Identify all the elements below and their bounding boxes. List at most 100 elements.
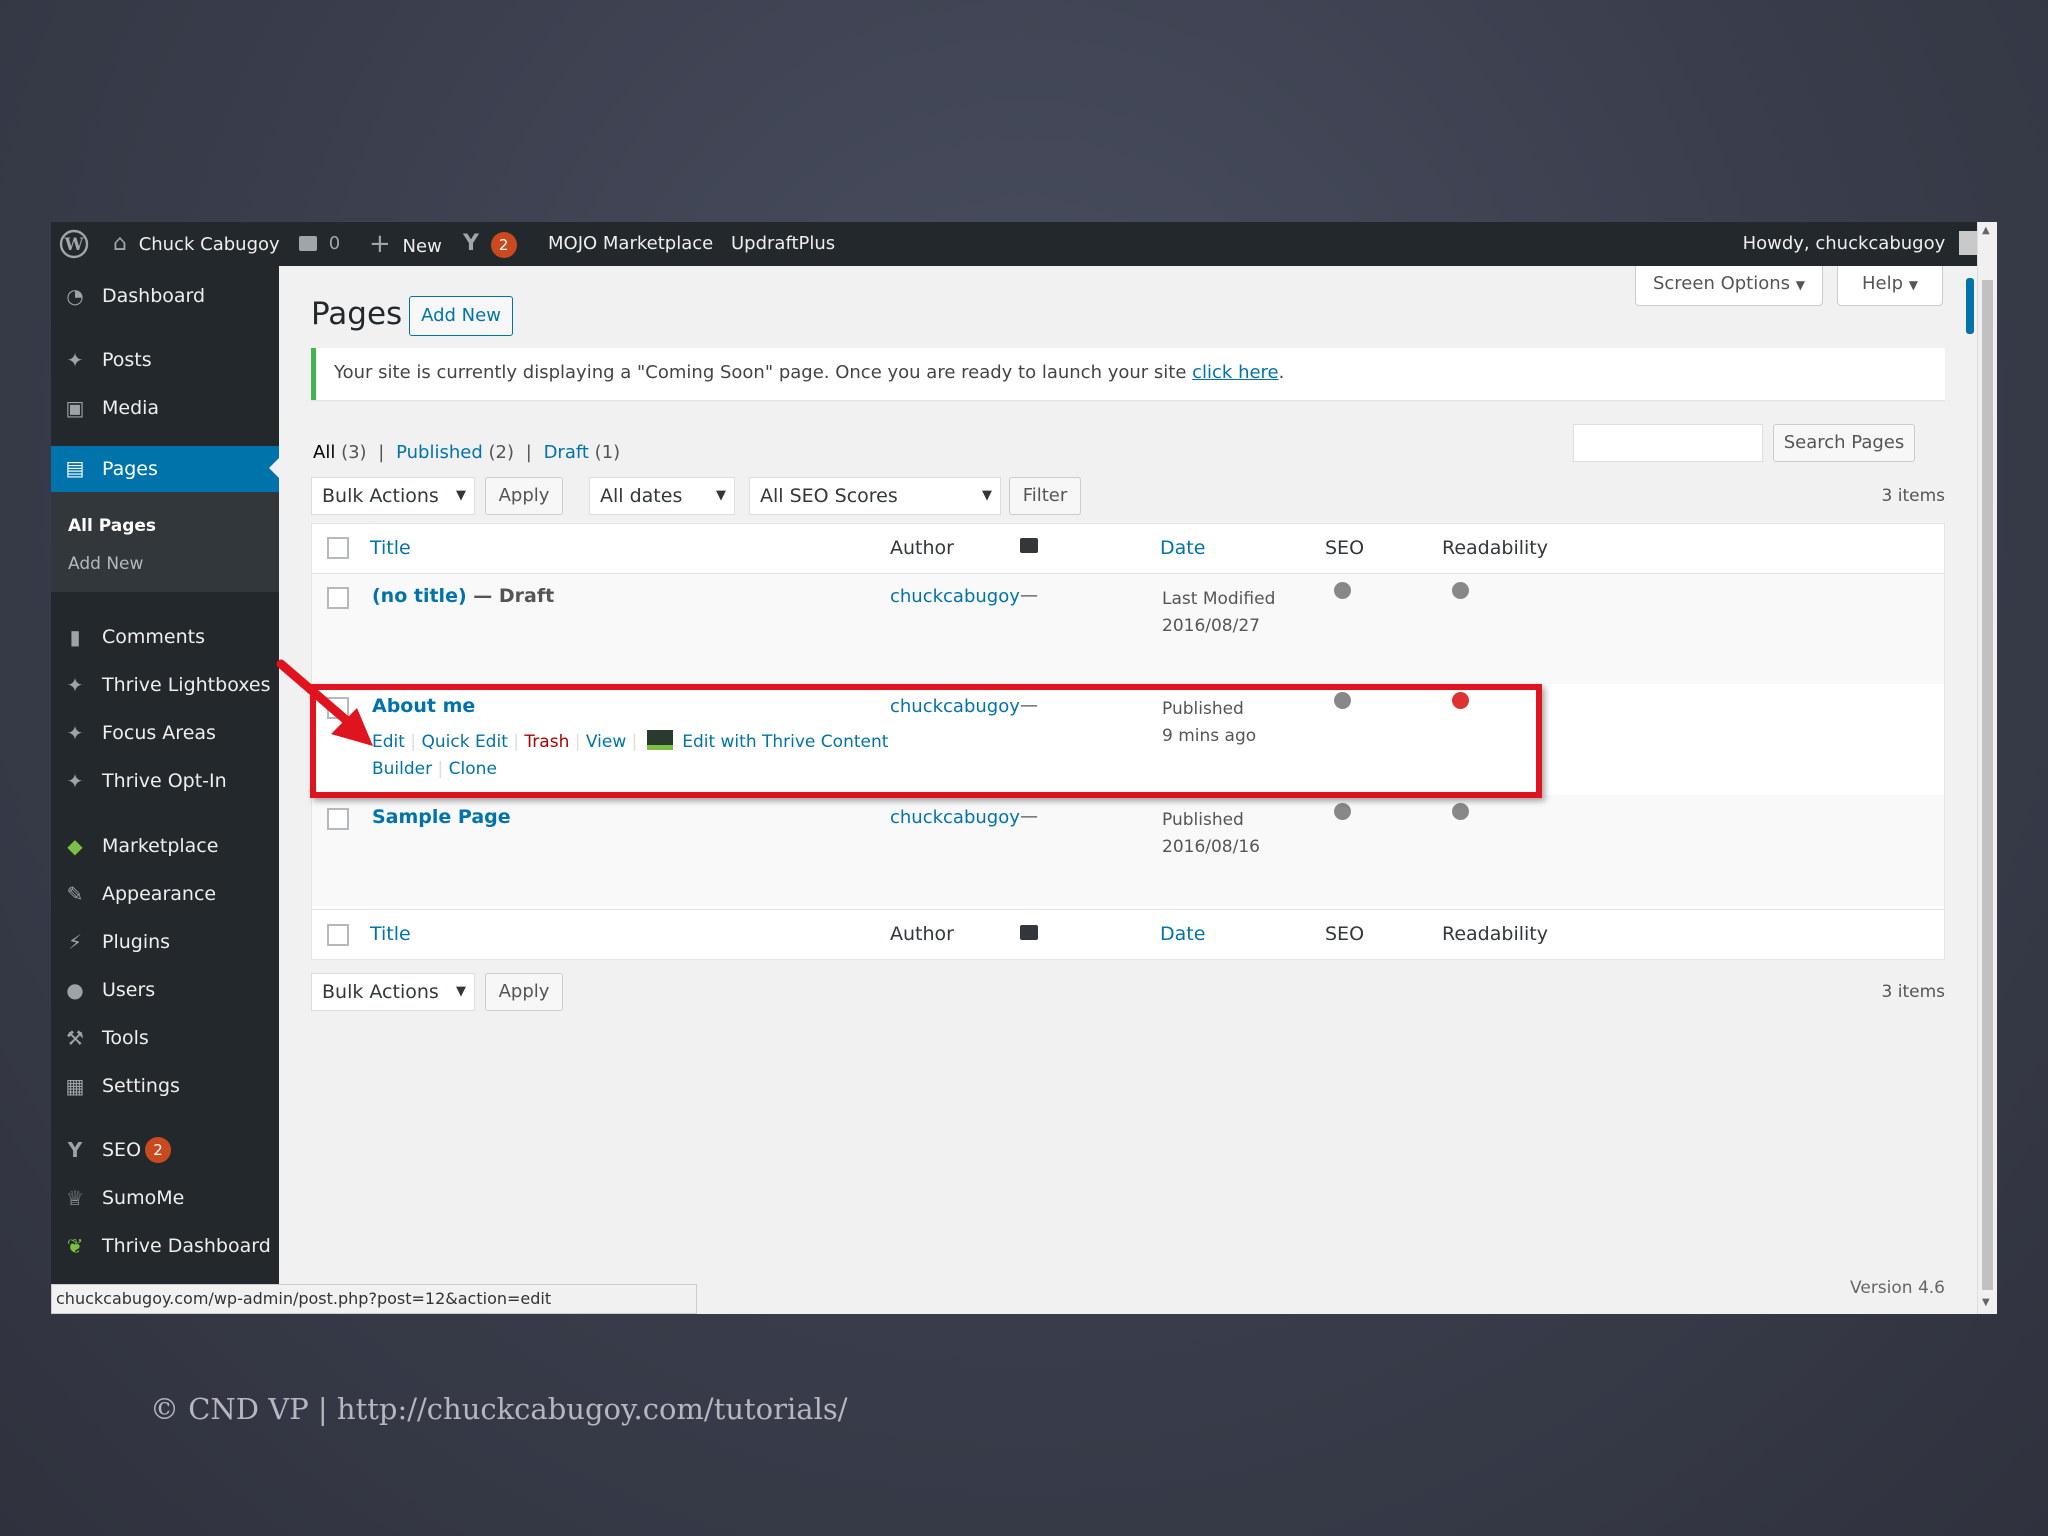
frog-icon: ◆ <box>67 834 83 858</box>
brush-icon: ✎ <box>66 882 84 906</box>
select-all-checkbox-bottom[interactable] <box>327 924 349 946</box>
sidebar-item-marketplace[interactable]: ◆ Marketplace <box>51 824 279 868</box>
sidebar-item-thrive-opt-in[interactable]: ✦ Thrive Opt-In <box>51 759 279 803</box>
seo-score-filter-select[interactable]: All SEO Scores ▼ <box>749 477 1001 515</box>
page-title-link[interactable]: (no title) <box>372 585 467 607</box>
scroll-down-icon[interactable]: ▼ <box>1982 1297 1990 1308</box>
plug-icon: ⚡ <box>67 930 83 954</box>
table-row: (no title) — Draft chuckcabugoy — Last M… <box>312 574 1944 684</box>
caret-down-icon: ▼ <box>716 488 726 503</box>
slide-footer: © CND VP | http://chuckcabugoy.com/tutor… <box>150 1392 848 1426</box>
screen-options-button[interactable]: Screen Options ▼ <box>1635 266 1823 306</box>
comments-link[interactable]: 0 <box>299 222 340 266</box>
site-name-link[interactable]: ⌂ Chuck Cabugoy <box>113 222 280 266</box>
readability-score-dot <box>1452 582 1469 599</box>
svg-text:W: W <box>63 235 84 255</box>
blue-scroll-marker <box>1966 278 1974 334</box>
sidebar-item-appearance[interactable]: ✎ Appearance <box>51 872 279 916</box>
sidebar-item-media[interactable]: ▣ Media <box>51 386 279 430</box>
filter-all[interactable]: All <box>313 442 335 463</box>
column-date-footer[interactable]: Date <box>1160 923 1205 945</box>
sidebar-item-pages[interactable]: ▤ Pages <box>51 446 279 492</box>
sidebar-item-sumome[interactable]: ♕ SumoMe <box>51 1176 279 1220</box>
sidebar-item-focus-areas[interactable]: ✦ Focus Areas <box>51 711 279 755</box>
sidebar-item-plugins[interactable]: ⚡ Plugins <box>51 920 279 964</box>
sidebar-item-thrive-lightboxes[interactable]: ✦ Thrive Lightboxes <box>51 663 279 707</box>
pin-icon: ✦ <box>66 721 84 745</box>
pages-submenu: All Pages Add New <box>51 492 279 592</box>
date-cell: Last Modified 2016/08/27 <box>1162 589 1276 636</box>
sidebar-item-comments[interactable]: ▮ Comments <box>51 615 279 659</box>
scrollbar[interactable]: ▲ ▼ <box>1977 222 1997 1314</box>
sidebar-item-dashboard[interactable]: ◔ Dashboard <box>51 274 279 318</box>
filter-draft[interactable]: Draft <box>544 442 589 463</box>
new-content-link[interactable]: + New <box>369 222 442 266</box>
caret-down-icon: ▼ <box>456 488 466 503</box>
yoast-seo-link[interactable]: Y 2 <box>463 222 517 266</box>
author-link[interactable]: chuckcabugoy <box>890 586 1020 607</box>
table-footer-header: Title Author Date SEO Readability <box>312 909 1944 960</box>
items-count-top: 3 items <box>1881 486 1945 506</box>
arrow-icon <box>276 659 373 746</box>
caret-down-icon: ▼ <box>1908 278 1918 292</box>
readability-score-dot <box>1452 803 1469 820</box>
sidebar-item-thrive-dashboard[interactable]: ❦ Thrive Dashboard <box>51 1224 279 1268</box>
page-title-link[interactable]: Sample Page <box>372 806 511 828</box>
media-icon: ▣ <box>65 396 85 420</box>
highlight-box <box>310 684 1542 798</box>
filter-button[interactable]: Filter <box>1009 477 1081 515</box>
sidebar-item-posts[interactable]: ✦ Posts <box>51 338 279 382</box>
comment-bubble-icon <box>1020 925 1038 940</box>
column-author-header: Author <box>890 537 954 559</box>
dashboard-icon: ◔ <box>66 284 84 308</box>
help-button[interactable]: Help ▼ <box>1837 266 1943 306</box>
sidebar-item-seo[interactable]: Y SEO 2 <box>51 1128 279 1172</box>
row-checkbox[interactable] <box>327 808 349 830</box>
mojo-marketplace-link[interactable]: MOJO Marketplace <box>548 222 713 266</box>
column-seo-header: SEO <box>1325 537 1365 559</box>
column-date-header[interactable]: Date <box>1160 537 1205 559</box>
scrollbar-thumb[interactable] <box>1982 280 1993 1290</box>
crown-icon: ♕ <box>66 1186 84 1210</box>
status-filter-links: All (3) | Published (2) | Draft (1) <box>313 442 621 463</box>
account-menu[interactable]: Howdy, chuckcabugoy <box>1743 222 1983 266</box>
items-count-bottom: 3 items <box>1881 982 1945 1002</box>
submenu-all-pages[interactable]: All Pages <box>68 516 156 536</box>
filter-published[interactable]: Published <box>396 442 483 463</box>
bulk-actions-select[interactable]: Bulk Actions ▼ <box>311 477 475 515</box>
leaf-icon: ❦ <box>66 1234 84 1258</box>
author-link[interactable]: chuckcabugoy <box>890 807 1020 828</box>
caret-down-icon: ▼ <box>982 488 992 503</box>
wrench-icon: ⚒ <box>66 1026 84 1050</box>
updraftplus-link[interactable]: UpdraftPlus <box>731 222 835 266</box>
sidebar-item-tools[interactable]: ⚒ Tools <box>51 1016 279 1060</box>
wordpress-logo-icon[interactable]: W <box>59 222 93 266</box>
search-pages-button[interactable]: Search Pages <box>1773 424 1915 462</box>
pin-icon: ✦ <box>66 348 84 372</box>
submenu-add-new[interactable]: Add New <box>68 554 143 574</box>
sidebar-item-settings[interactable]: ▦ Settings <box>51 1064 279 1108</box>
search-pages-input[interactable] <box>1573 424 1763 462</box>
settings-icon: ▦ <box>65 1074 85 1098</box>
date-filter-select[interactable]: All dates ▼ <box>589 477 735 515</box>
column-readability-footer: Readability <box>1442 923 1548 945</box>
user-icon: ● <box>66 978 84 1002</box>
scroll-up-icon[interactable]: ▲ <box>1982 225 1990 236</box>
column-title-footer[interactable]: Title <box>370 923 411 945</box>
column-author-footer: Author <box>890 923 954 945</box>
apply-button-bottom[interactable]: Apply <box>485 973 563 1011</box>
column-title-header[interactable]: Title <box>370 537 411 559</box>
coming-soon-notice: Your site is currently displaying a "Com… <box>311 348 1945 400</box>
page-title: Pages <box>311 296 403 332</box>
apply-button[interactable]: Apply <box>485 477 563 515</box>
row-checkbox[interactable] <box>327 587 349 609</box>
sidebar-item-users[interactable]: ● Users <box>51 968 279 1012</box>
table-header: Title Author Date SEO Readability <box>312 524 1944 574</box>
add-new-page-button[interactable]: Add New <box>409 296 513 336</box>
bulk-actions-select-bottom[interactable]: Bulk Actions ▼ <box>311 973 475 1011</box>
column-readability-header: Readability <box>1442 537 1548 559</box>
caret-down-icon: ▼ <box>1795 278 1806 292</box>
select-all-checkbox[interactable] <box>327 537 349 559</box>
admin-sidebar: ◔ Dashboard ✦ Posts ▣ Media ▤ Pages All Page… <box>51 266 279 1314</box>
click-here-link[interactable]: click here <box>1192 362 1279 383</box>
